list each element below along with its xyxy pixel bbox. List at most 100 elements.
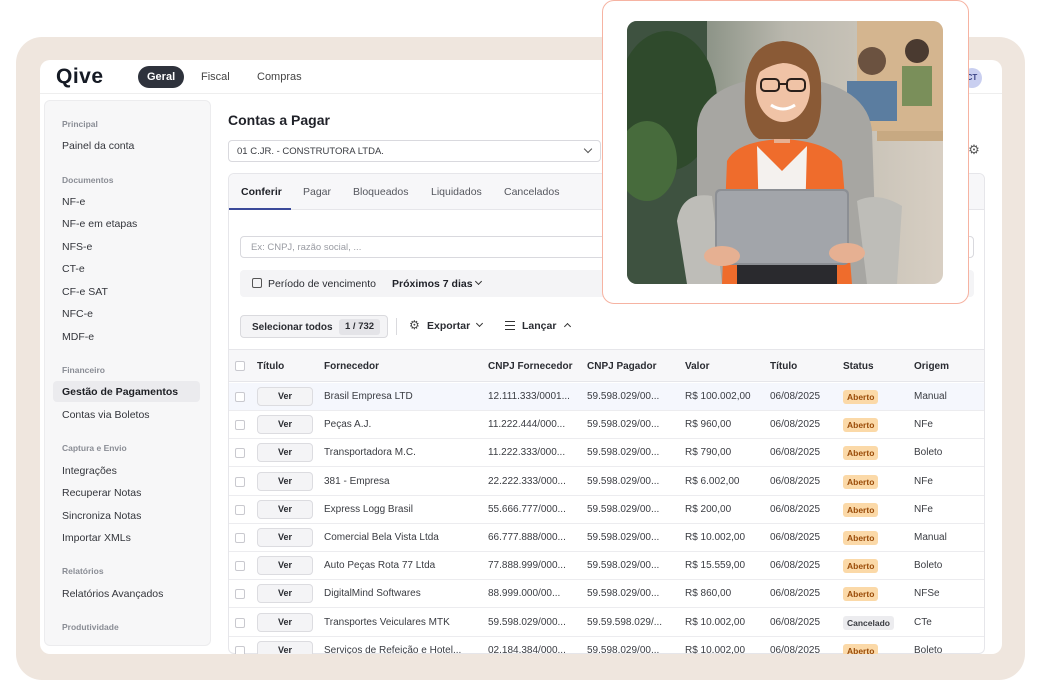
sidebar-item-cte[interactable]: CT-e [62, 263, 85, 275]
supplier-cell: Peças A.J. [324, 419, 372, 431]
sidebar-item-nfe-etapas[interactable]: NF-e em etapas [62, 218, 137, 230]
sidebar-item-relatorios-avancados[interactable]: Relatórios Avançados [62, 588, 163, 600]
col-fornecedor[interactable]: Fornecedor [324, 361, 379, 372]
select-all-button[interactable]: Selecionar todos 1 / 732 [240, 315, 388, 338]
tab-liquidados[interactable]: Liquidados [431, 186, 482, 198]
sidebar-item-contas-boletos[interactable]: Contas via Boletos [62, 409, 150, 421]
amount-cell: R$ 790,00 [685, 447, 732, 459]
row-checkbox[interactable] [235, 420, 245, 431]
row-checkbox[interactable] [235, 448, 245, 459]
tab-conferir[interactable]: Conferir [241, 186, 282, 198]
sidebar-item-integracoes[interactable]: Integrações [62, 465, 117, 477]
table-row[interactable]: Ver 381 - Empresa 22.222.333/000... 59.598.… [229, 468, 984, 496]
sidebar-item-painel[interactable]: Painel da conta [62, 140, 134, 152]
sidebar-item-mdfe[interactable]: MDF-e [62, 331, 94, 343]
row-checkbox[interactable] [235, 476, 245, 487]
col-status[interactable]: Status [843, 361, 874, 372]
date-cell: 06/08/2025 [770, 616, 821, 628]
status-badge: Aberto [843, 418, 879, 433]
woman-with-laptop-photo [627, 21, 943, 284]
origin-cell: NFe [914, 475, 933, 487]
origin-cell: CTe [914, 616, 932, 628]
table-row[interactable]: Ver Transportadora M.C. 11.222.333/000... 5… [229, 439, 984, 468]
sidebar-item-importar-xmls[interactable]: Importar XMLs [62, 532, 131, 544]
sidebar-item-nfse[interactable]: NFS-e [62, 241, 92, 253]
list-icon [505, 321, 515, 330]
sidebar-item-cfe-sat[interactable]: CF-e SAT [62, 286, 108, 298]
origin-cell: Boleto [914, 560, 943, 572]
view-button[interactable]: Ver [257, 556, 313, 576]
table-row[interactable]: Ver Serviços de Refeição e Hotel... 02.184… [229, 637, 984, 654]
col-data[interactable]: Título [770, 361, 797, 372]
table-row[interactable]: Ver Auto Peças Rota 77 Ltda 77.888.999/000… [229, 552, 984, 581]
row-checkbox[interactable] [235, 561, 245, 572]
nav-tab-compras[interactable]: Compras [257, 71, 302, 83]
selection-count-badge: 1 / 732 [339, 319, 381, 335]
tab-pagar[interactable]: Pagar [303, 186, 331, 198]
supplier-cell: Comercial Bela Vista Ltda [324, 532, 439, 543]
view-button[interactable]: Ver [257, 612, 313, 632]
view-button[interactable]: Ver [257, 471, 313, 491]
sidebar-item-recuperar-notas[interactable]: Recuperar Notas [62, 487, 141, 499]
row-checkbox[interactable] [235, 645, 245, 654]
sidebar-item-nfe[interactable]: NF-e [62, 196, 85, 208]
row-checkbox[interactable] [235, 617, 245, 628]
row-checkbox[interactable] [235, 504, 245, 515]
view-button[interactable]: Ver [257, 387, 313, 406]
status-badge: Aberto [843, 502, 879, 517]
col-valor[interactable]: Valor [685, 361, 709, 372]
row-checkbox[interactable] [235, 392, 245, 402]
payer-cnpj-cell: 59.59.598.029/... [587, 616, 663, 628]
table-row[interactable]: Ver Brasil Empresa LTD 12.111.333/0001... 5… [229, 383, 984, 411]
sidebar-item-sincroniza-notas[interactable]: Sincroniza Notas [62, 510, 141, 522]
table-row[interactable]: Ver Express Logg Brasil 55.666.777/000... 5… [229, 496, 984, 524]
export-button[interactable]: Exportar [427, 320, 470, 332]
table-row[interactable]: Ver Peças A.J. 11.222.444/000... 59.598.029… [229, 411, 984, 440]
company-select[interactable]: 01 C.JR. - CONSTRUTORA LTDA. [228, 140, 601, 162]
select-all-checkbox[interactable] [235, 361, 245, 371]
launch-button[interactable]: Lançar [522, 320, 556, 332]
status-badge: Aberto [843, 446, 879, 461]
table-row[interactable]: Ver Comercial Bela Vista Ltda 66.777.888/0… [229, 524, 984, 552]
col-origem[interactable]: Origem [914, 361, 949, 372]
row-checkbox[interactable] [235, 589, 245, 600]
table-row[interactable]: Ver DigitalMind Softwares 88.999.000/00...… [229, 580, 984, 609]
status-badge: Aberto [843, 559, 879, 574]
table-row[interactable]: Ver Transportes Veiculares MTK 59.598.029/… [229, 609, 984, 637]
sidebar-item-nfce[interactable]: NFC-e [62, 308, 93, 320]
nav-tab-fiscal[interactable]: Fiscal [201, 71, 230, 83]
view-button[interactable]: Ver [257, 415, 313, 435]
col-cnpj-fornecedor[interactable]: CNPJ Fornecedor [488, 361, 572, 372]
status-badge: Aberto [843, 474, 879, 489]
tab-cancelados[interactable]: Cancelados [504, 186, 559, 198]
qive-logo[interactable]: Qive [56, 65, 104, 89]
status-badge: Cancelado [843, 615, 894, 630]
view-button[interactable]: Ver [257, 499, 313, 519]
tab-bloqueados[interactable]: Bloqueados [353, 186, 408, 198]
payer-cnpj-cell: 59.598.029/00... [587, 447, 660, 459]
payer-cnpj-cell: 59.598.029/00... [587, 532, 660, 543]
filter-label: Período de vencimento [268, 278, 376, 290]
view-button[interactable]: Ver [257, 584, 313, 604]
calendar-icon [252, 278, 262, 288]
date-cell: 06/08/2025 [770, 560, 821, 572]
payer-cnpj-cell: 59.598.029/00... [587, 419, 660, 431]
col-titulo[interactable]: Título [257, 361, 284, 372]
view-button[interactable]: Ver [257, 640, 313, 654]
view-button[interactable]: Ver [257, 443, 313, 463]
supplier-cell: Brasil Empresa LTD [324, 391, 413, 402]
date-cell: 06/08/2025 [770, 419, 821, 431]
sidebar-item-gestao-pagamentos[interactable]: Gestão de Pagamentos [62, 386, 178, 398]
filter-value[interactable]: Próximos 7 dias [392, 278, 473, 290]
row-checkbox[interactable] [235, 533, 245, 543]
sidebar-section-produtividade: Produtividade [62, 622, 119, 632]
amount-cell: R$ 10.002,00 [685, 616, 746, 628]
col-cnpj-pagador[interactable]: CNPJ Pagador [587, 361, 656, 372]
view-button[interactable]: Ver [257, 528, 313, 547]
sidebar-section-captura: Captura e Envio [62, 443, 127, 453]
supplier-cnpj-cell: 66.777.888/000... [488, 532, 566, 543]
nav-tab-geral[interactable]: Geral [138, 66, 185, 88]
payer-cnpj-cell: 59.598.029/00... [587, 560, 660, 572]
date-cell: 06/08/2025 [770, 503, 821, 515]
gear-icon: ⚙ [409, 318, 420, 332]
